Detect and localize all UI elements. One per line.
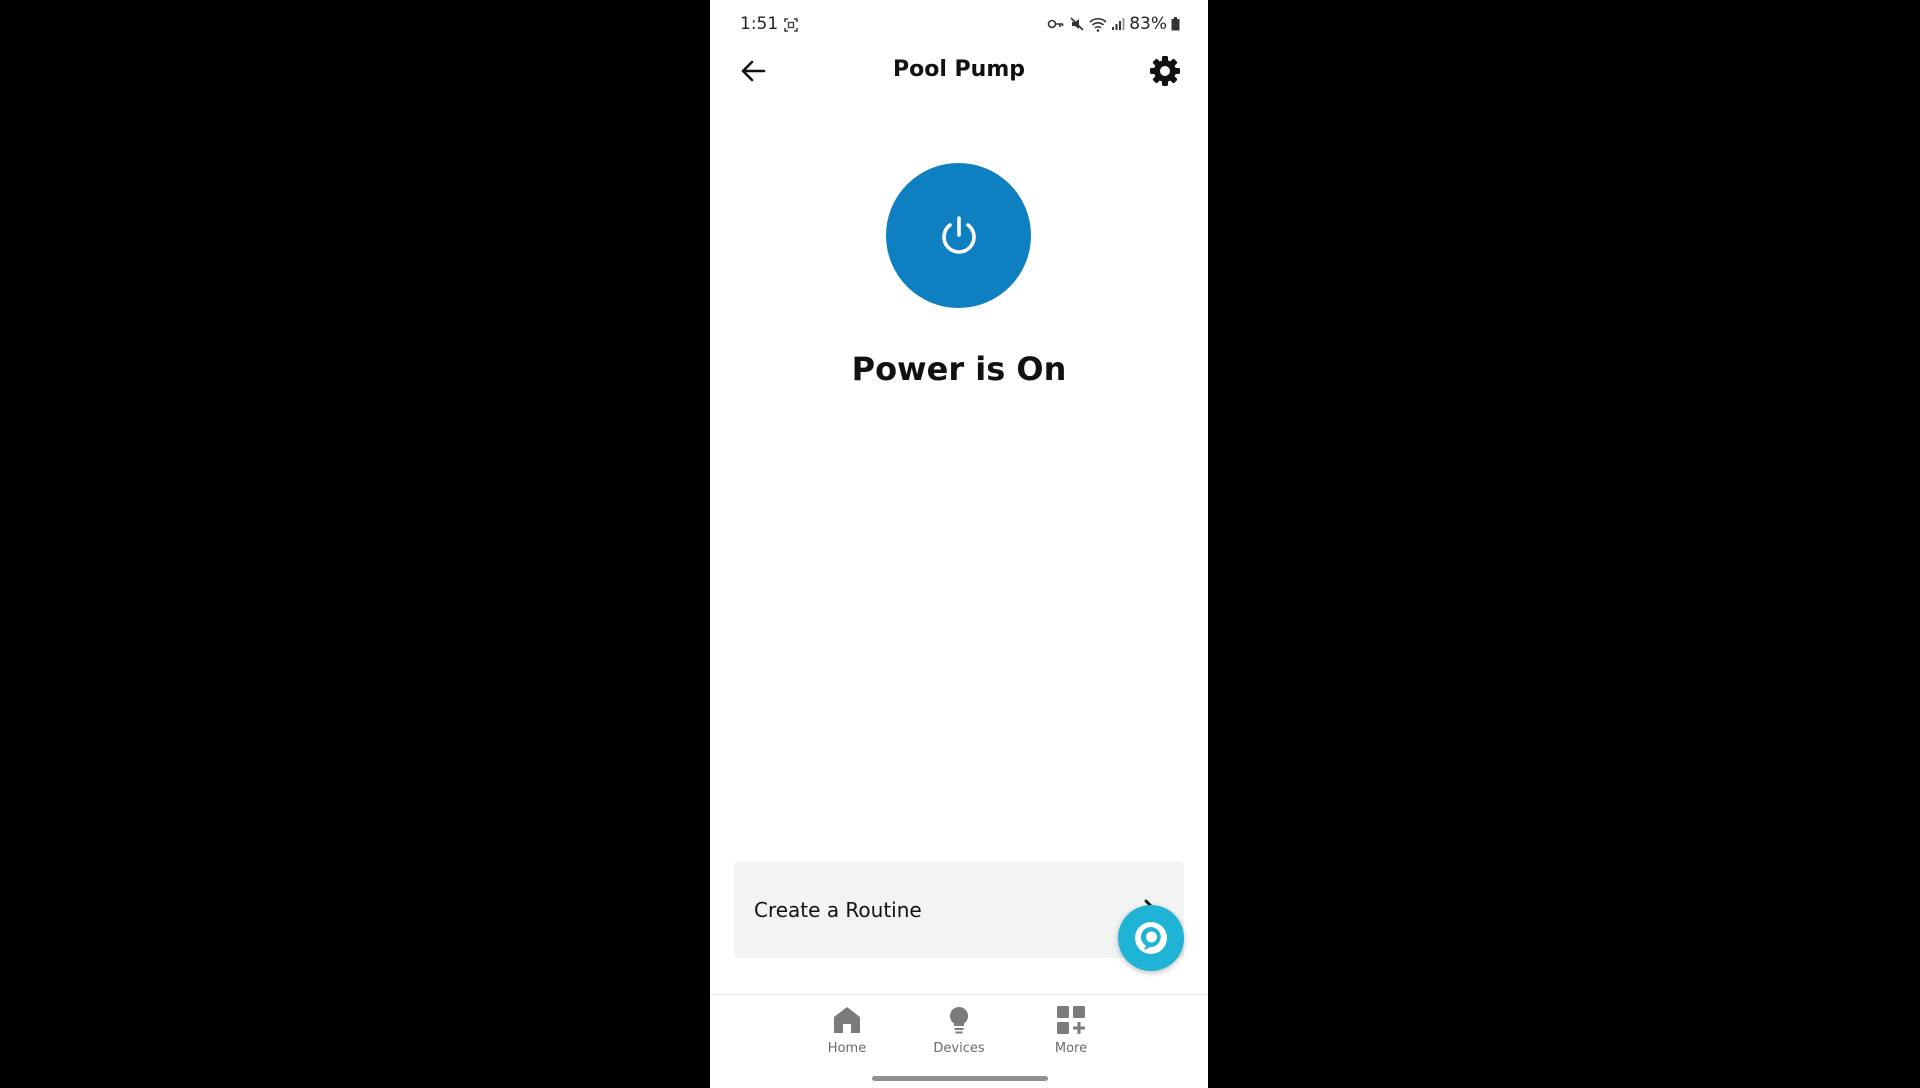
alexa-button[interactable]: [1118, 905, 1184, 971]
mute-icon: [1070, 17, 1084, 31]
app-header: Pool Pump: [710, 50, 1208, 92]
gear-icon[interactable]: [1148, 54, 1182, 88]
nav-home-label: Home: [827, 1041, 867, 1056]
page-title: Pool Pump: [892, 57, 1025, 82]
lightbulb-icon: [949, 1006, 969, 1034]
nav-more-label: More: [1054, 1041, 1088, 1056]
key-icon: [1047, 19, 1064, 29]
home-indicator[interactable]: [872, 1076, 1048, 1081]
home-icon: [834, 1007, 860, 1033]
signal-icon: [1112, 18, 1125, 30]
alexa-icon: [1135, 922, 1167, 954]
battery-icon: [1171, 17, 1180, 31]
phone-screen: 1:51 83% Pool Pump Power is On Create a …: [710, 0, 1208, 1088]
create-routine-label: Create a Routine: [754, 898, 922, 922]
screenshot-icon: [784, 18, 798, 32]
nav-home[interactable]: Home: [802, 1005, 892, 1056]
nav-more[interactable]: More: [1026, 1005, 1116, 1056]
status-time: 1:51: [740, 14, 779, 34]
power-icon: [941, 215, 976, 254]
status-icons: 83%: [1047, 14, 1180, 34]
power-toggle-button[interactable]: [886, 163, 1031, 308]
wifi-icon: [1089, 17, 1107, 32]
battery-percent: 83%: [1129, 14, 1167, 34]
nav-devices-label: Devices: [933, 1041, 985, 1056]
nav-devices[interactable]: Devices: [914, 1005, 1004, 1056]
bottom-nav: Home Devices More: [710, 994, 1208, 1088]
create-routine-button[interactable]: Create a Routine: [734, 862, 1184, 958]
more-grid-icon: [1057, 1006, 1085, 1034]
status-bar: 1:51 83%: [710, 0, 1208, 50]
power-status-text: Power is On: [851, 350, 1067, 388]
